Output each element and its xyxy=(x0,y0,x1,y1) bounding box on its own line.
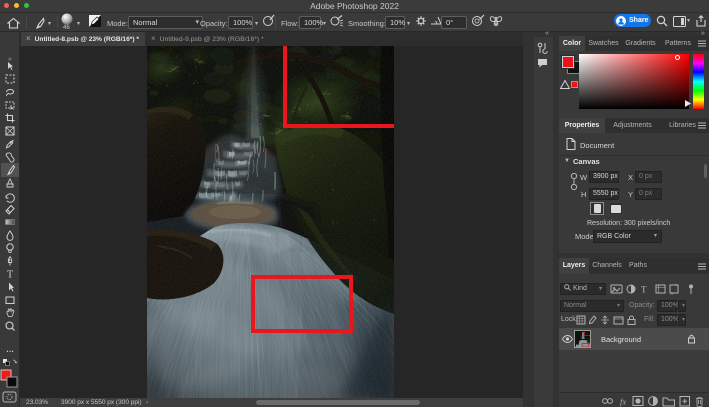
svg-text:T: T xyxy=(641,285,647,295)
svg-text:»: » xyxy=(8,56,12,63)
svg-text:T: T xyxy=(7,270,13,281)
svg-text:fx: fx xyxy=(620,397,626,407)
svg-text:…: … xyxy=(6,345,14,354)
